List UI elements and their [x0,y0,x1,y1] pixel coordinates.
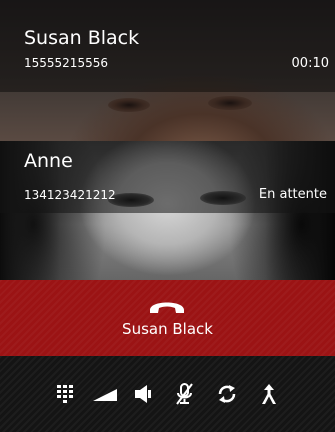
volume-button[interactable] [87,376,123,412]
microphone-muted-icon [176,383,193,405]
keypad-button[interactable] [48,376,84,412]
swap-calls-icon [218,385,236,403]
end-call-icon [150,302,184,313]
hold-status: En attente [258,187,327,202]
held-caller-number: 134123421212 [24,188,116,202]
hangup-label: Susan Black [122,320,213,338]
photo-detail [208,96,252,110]
call-toolbar [0,356,335,432]
photo-detail [108,98,150,112]
held-caller-name: Anne [24,150,73,172]
merge-calls-icon [262,384,276,404]
merge-button[interactable] [251,376,287,412]
hangup-button[interactable]: Susan Black [0,280,335,356]
volume-ramp-icon [93,389,117,401]
active-caller-number: 15555215556 [24,56,108,70]
call-duration: 00:10 [291,56,329,71]
dialpad-icon [57,385,73,403]
active-caller-name: Susan Black [24,27,140,49]
speaker-button[interactable] [125,376,161,412]
mute-button[interactable] [166,376,202,412]
swap-button[interactable] [209,376,245,412]
speaker-icon [135,385,151,403]
